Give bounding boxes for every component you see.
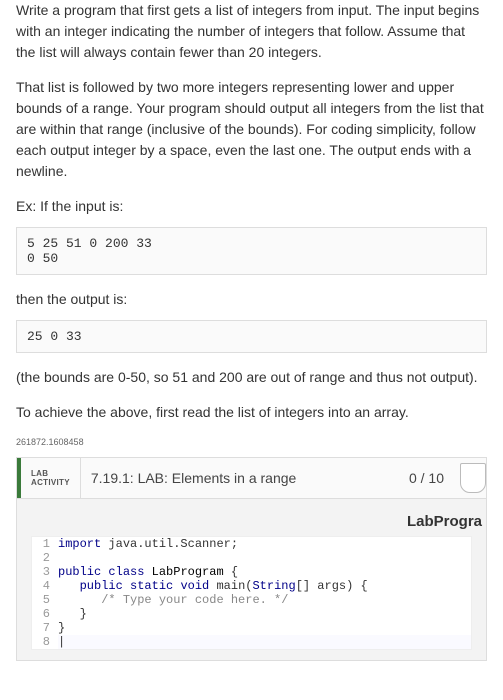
lab-header: LAB ACTIVITY 7.19.1: LAB: Elements in a … [17,457,486,499]
lab-badge: LAB ACTIVITY [17,458,80,498]
line-number: 2 [32,551,58,565]
line-number: 7 [32,621,58,635]
code-line: public static void main(String[] args) { [58,579,471,593]
lab-title: 7.19.1: LAB: Elements in a range [80,458,399,498]
line-number: 5 [32,593,58,607]
input-code-box: 5 25 51 0 200 33 0 50 [16,227,487,275]
example-label: Ex: If the input is: [16,196,487,217]
code-editor[interactable]: 1import java.util.Scanner; 2 3public cla… [31,536,472,650]
lab-badge-line2: ACTIVITY [31,478,70,487]
lab-badge-line1: LAB [31,469,70,478]
paragraph-1: Write a program that first gets a list o… [16,0,487,63]
code-line: } [58,621,471,635]
code-line: public class LabProgram { [58,565,471,579]
paragraph-4: To achieve the above, first read the lis… [16,402,487,423]
code-line: import java.util.Scanner; [58,537,471,551]
output-code-box: 25 0 33 [16,320,487,353]
line-number: 4 [32,579,58,593]
lab-score: 0 / 10 [399,458,454,498]
then-label: then the output is: [16,289,487,310]
code-line [58,551,471,565]
shield-icon [460,463,486,493]
line-number: 1 [32,537,58,551]
code-line: | [58,635,471,649]
line-number: 6 [32,607,58,621]
question-id: 261872.1608458 [16,437,487,447]
paragraph-2: That list is followed by two more intege… [16,77,487,182]
code-line: } [58,607,471,621]
code-line: /* Type your code here. */ [58,593,471,607]
file-name: LabProgra [17,513,486,536]
paragraph-3: (the bounds are 0-50, so 51 and 200 are … [16,367,487,388]
line-number: 8 [32,635,58,649]
line-number: 3 [32,565,58,579]
lab-activity-box: LAB ACTIVITY 7.19.1: LAB: Elements in a … [16,457,487,661]
editor-area: LabProgra 1import java.util.Scanner; 2 3… [17,499,486,660]
